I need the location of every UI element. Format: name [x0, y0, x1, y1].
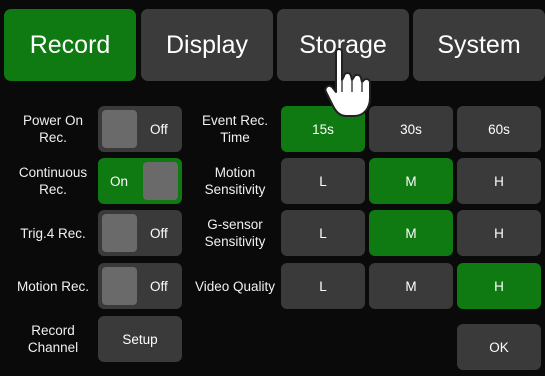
event-rec-time-label: Event Rec. Time: [201, 113, 269, 145]
g-sensor-sensitivity-label: G-sensor Sensitivity: [204, 217, 266, 249]
tab-record-label: Record: [29, 30, 111, 59]
toggle-state: Off: [150, 121, 168, 137]
toggle-state: On: [110, 173, 129, 189]
event-rec-time-60s-button[interactable]: 60s: [457, 106, 541, 152]
pointing-hand-icon: [324, 48, 371, 117]
continuous-rec-label: Continuous Rec.: [18, 165, 88, 197]
motion-sensitivity-m-button[interactable]: M: [369, 158, 453, 204]
tab-display[interactable]: Display: [141, 9, 273, 81]
video-quality-m-button[interactable]: M: [369, 263, 453, 309]
tab-system[interactable]: System: [413, 9, 545, 81]
trig4-rec-label: Trig.4 Rec.: [20, 225, 86, 241]
ok-button[interactable]: OK: [457, 324, 541, 370]
power-on-rec-toggle[interactable]: Off: [98, 106, 182, 152]
video-quality-l-button[interactable]: L: [281, 263, 365, 309]
motion-sensitivity-label: Motion Sensitivity: [204, 165, 266, 197]
g-sensor-sensitivity-l-button[interactable]: L: [281, 210, 365, 256]
toggle-knob: [102, 214, 137, 252]
tab-display-label: Display: [166, 30, 248, 59]
toggle-knob: [102, 267, 137, 305]
motion-sensitivity-l-button[interactable]: L: [281, 158, 365, 204]
toggle-knob: [143, 162, 178, 200]
tab-bar: Record Display Storage System: [0, 0, 545, 95]
trig4-rec-toggle[interactable]: Off: [98, 210, 182, 256]
continuous-rec-toggle[interactable]: On: [98, 158, 182, 204]
toggle-state: Off: [150, 278, 168, 294]
tab-system-label: System: [437, 30, 521, 59]
video-quality-h-button[interactable]: H: [457, 263, 541, 309]
g-sensor-sensitivity-m-button[interactable]: M: [369, 210, 453, 256]
tab-record[interactable]: Record: [4, 9, 136, 81]
power-on-rec-label: Power On Rec.: [22, 113, 84, 145]
video-quality-label: Video Quality: [194, 278, 276, 294]
toggle-state: Off: [150, 225, 168, 241]
record-channel-label: Record Channel: [27, 323, 79, 355]
motion-sensitivity-h-button[interactable]: H: [457, 158, 541, 204]
toggle-knob: [102, 110, 137, 148]
motion-rec-toggle[interactable]: Off: [98, 263, 182, 309]
record-channel-setup-button[interactable]: Setup: [98, 316, 182, 362]
motion-rec-label: Motion Rec.: [16, 278, 90, 294]
g-sensor-sensitivity-h-button[interactable]: H: [457, 210, 541, 256]
